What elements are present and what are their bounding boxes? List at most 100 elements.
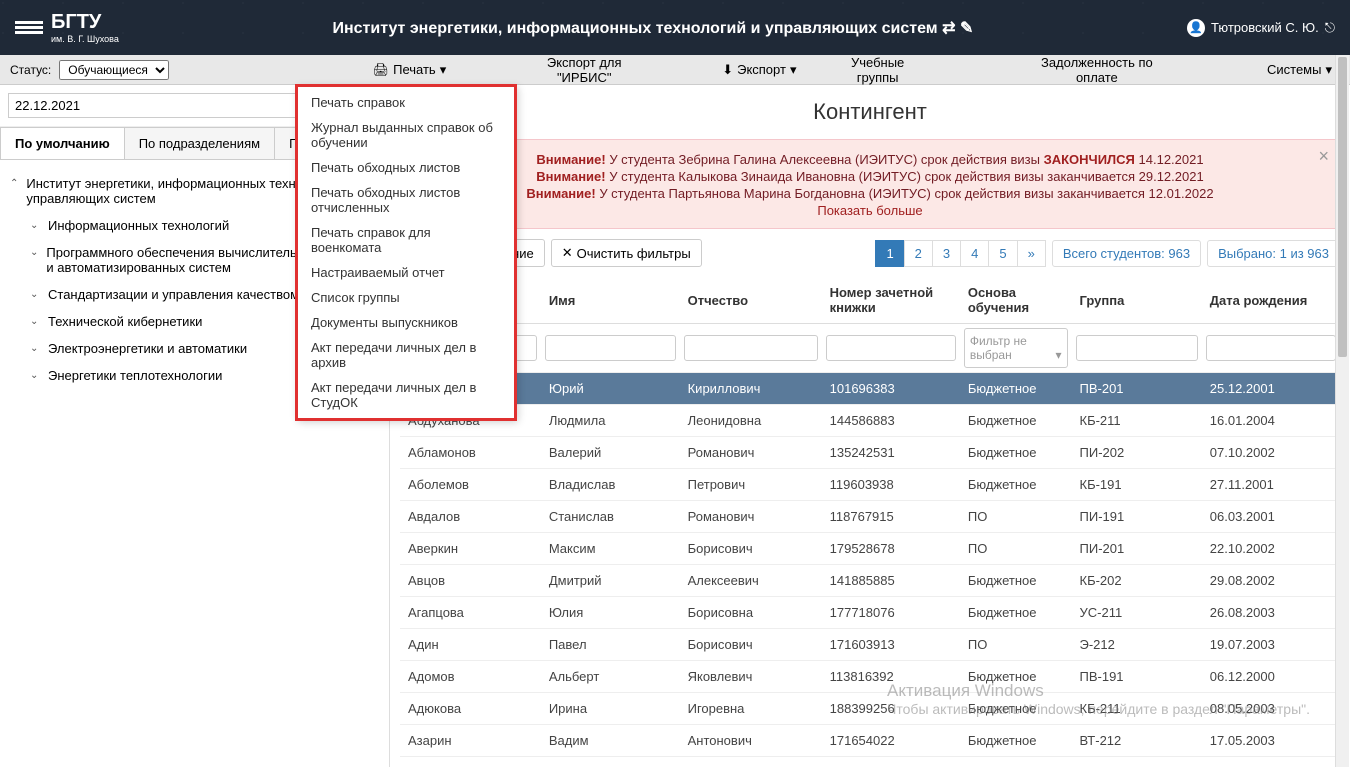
column-header[interactable]: Отчество <box>680 277 822 324</box>
dropdown-item[interactable]: Журнал выданных справок об обучении <box>297 115 515 155</box>
user-icon: 👤 <box>1187 19 1205 37</box>
dropdown-item[interactable]: Документы выпускников <box>297 310 515 335</box>
user-name: Тютровский С. Ю. <box>1211 20 1319 35</box>
page-button[interactable]: 3 <box>932 240 961 267</box>
table-cell: 177718076 <box>822 597 960 629</box>
user-menu[interactable]: 👤 Тютровский С. Ю. ⎋ <box>1187 19 1335 37</box>
groups-button[interactable]: Учебные группы <box>820 51 934 89</box>
table-cell: 25.12.2001 <box>1202 373 1340 405</box>
print-button[interactable]: 🖨Печать ▾ <box>365 58 455 82</box>
table-row[interactable]: АдомовАльбертЯковлевич113816392Бюджетное… <box>400 661 1340 693</box>
close-icon[interactable]: × <box>1318 146 1329 167</box>
column-header[interactable]: Группа <box>1072 277 1202 324</box>
table-cell: Валерий <box>541 437 680 469</box>
right-panel: Контингент Внимание! У студента Зебрина … <box>390 85 1350 767</box>
table-cell: Игоревна <box>680 693 822 725</box>
scrollbar-thumb[interactable] <box>1338 57 1347 357</box>
table-cell: 141885885 <box>822 565 960 597</box>
table-cell: Владислав <box>541 469 680 501</box>
dropdown-item[interactable]: Акт передачи личных дел в архив <box>297 335 515 375</box>
table-cell: Борисович <box>680 533 822 565</box>
filter-input[interactable] <box>826 335 956 361</box>
print-icon: 🖨 <box>373 62 390 78</box>
edit-icon[interactable]: ✎ <box>960 20 973 37</box>
caret-down-icon: ▾ <box>440 62 447 78</box>
filter-input[interactable] <box>545 335 676 361</box>
table-cell: Павел <box>541 629 680 661</box>
table-cell: Азарин <box>400 725 541 757</box>
table-row[interactable]: АвцовДмитрийАлексеевич141885885Бюджетное… <box>400 565 1340 597</box>
table-row[interactable]: АгапцоваЮлияБорисовна177718076БюджетноеУ… <box>400 597 1340 629</box>
table-cell: Бюджетное <box>960 597 1072 629</box>
column-header[interactable]: Основа обучения <box>960 277 1072 324</box>
export-button[interactable]: ⬇Экспорт ▾ <box>714 58 804 82</box>
download-icon: ⬇ <box>722 62 733 78</box>
logo[interactable]: БГТУ им. В. Г. Шухова <box>15 11 119 44</box>
table-cell: ПО <box>960 629 1072 661</box>
table-row[interactable]: АзаринВадимАнтонович171654022БюджетноеВТ… <box>400 725 1340 757</box>
table-row[interactable]: АверкинМаксимБорисович179528678ПОПИ-2012… <box>400 533 1340 565</box>
table-cell: Авцов <box>400 565 541 597</box>
tab-departments[interactable]: По подразделениям <box>124 127 275 159</box>
table-cell: Кириллович <box>680 373 822 405</box>
status-select[interactable]: Обучающиеся <box>59 60 169 80</box>
table-cell: ПИ-201 <box>1072 533 1202 565</box>
table-cell: 06.03.2001 <box>1202 501 1340 533</box>
dropdown-item[interactable]: Список группы <box>297 285 515 310</box>
chevron-down-icon: ⌄ <box>30 220 40 231</box>
page-button[interactable]: 1 <box>875 240 904 267</box>
column-header[interactable]: Дата рождения <box>1202 277 1340 324</box>
alert-line: Внимание! У студента Партьянова Марина Б… <box>411 186 1329 201</box>
logo-icon <box>15 21 43 34</box>
column-header[interactable]: Имя <box>541 277 680 324</box>
dropdown-item[interactable]: Печать обходных листов отчисленных <box>297 180 515 220</box>
swap-icon[interactable]: ⇄ <box>942 20 955 37</box>
table-row[interactable]: АбдухановаЛюдмилаЛеонидовна144586883Бюдж… <box>400 405 1340 437</box>
table-row[interactable]: АболемовВладиславПетрович119603938Бюджет… <box>400 469 1340 501</box>
toolbar: Статус: Обучающиеся 🖨Печать ▾ Экспорт дл… <box>0 55 1350 85</box>
tab-default[interactable]: По умолчанию <box>0 127 125 159</box>
column-header[interactable]: Номер зачетной книжки <box>822 277 960 324</box>
table-cell: ПО <box>960 501 1072 533</box>
table-cell: 19.07.2003 <box>1202 629 1340 661</box>
filter-input[interactable] <box>1206 335 1336 361</box>
page-button[interactable]: » <box>1017 240 1046 267</box>
table-cell: 22.10.2002 <box>1202 533 1340 565</box>
dropdown-item[interactable]: Печать обходных листов <box>297 155 515 180</box>
table-cell: КБ-211 <box>1072 693 1202 725</box>
systems-button[interactable]: Системы ▾ <box>1259 58 1340 82</box>
filter-input[interactable] <box>684 335 818 361</box>
dropdown-item[interactable]: Настраиваемый отчет <box>297 260 515 285</box>
table-row[interactable]: АвдаловСтаниславРоманович118767915ПОПИ-1… <box>400 501 1340 533</box>
scrollbar[interactable] <box>1335 55 1349 767</box>
table-cell: Борисовна <box>680 597 822 629</box>
page-button[interactable]: 2 <box>904 240 933 267</box>
dropdown-item[interactable]: Акт передачи личных дел в СтудОК <box>297 375 515 415</box>
logout-icon[interactable]: ⎋ <box>1325 20 1335 36</box>
table-cell: 109197695 <box>822 757 960 767</box>
pagination: 12345» <box>876 240 1045 267</box>
table-row[interactable]: АдюковаИринаИгоревна188399256БюджетноеКБ… <box>400 693 1340 725</box>
filter-select[interactable]: Фильтр не выбран ▾ <box>964 328 1068 368</box>
table-row[interactable]: АбаевЮрийКириллович101696383БюджетноеПВ-… <box>400 373 1340 405</box>
alert-line: Внимание! У студента Калыкова Зинаида Ив… <box>411 169 1329 184</box>
table-row[interactable]: АдинПавелБорисович171603913ПОЭ-21219.07.… <box>400 629 1340 661</box>
debt-button[interactable]: Задолженность по оплате <box>1011 51 1184 89</box>
table-cell: Бюджетное <box>960 405 1072 437</box>
table-row[interactable]: АзарковаГалинаЕгоровна109197695Бюджетное… <box>400 757 1340 767</box>
dropdown-item[interactable]: Печать справок для военкомата <box>297 220 515 260</box>
table-row[interactable]: АбламоновВалерийРоманович135242531Бюджет… <box>400 437 1340 469</box>
table-cell: Юлия <box>541 597 680 629</box>
page-button[interactable]: 5 <box>988 240 1017 267</box>
show-more-link[interactable]: Показать больше <box>411 203 1329 218</box>
dropdown-item[interactable]: Печать справок <box>297 90 515 115</box>
clear-filters-button[interactable]: ✕Очистить фильтры <box>551 239 702 267</box>
table-cell: Антонович <box>680 725 822 757</box>
students-table: ФамилияИмяОтчествоНомер зачетной книжкиО… <box>400 277 1340 767</box>
export-irbis-button[interactable]: Экспорт для "ИРБИС" <box>510 51 658 89</box>
table-cell: ЭТ-212 <box>1072 757 1202 767</box>
chevron-down-icon: ⌄ <box>30 316 40 327</box>
logo-text: БГТУ <box>51 11 119 34</box>
page-button[interactable]: 4 <box>960 240 989 267</box>
filter-input[interactable] <box>1076 335 1198 361</box>
